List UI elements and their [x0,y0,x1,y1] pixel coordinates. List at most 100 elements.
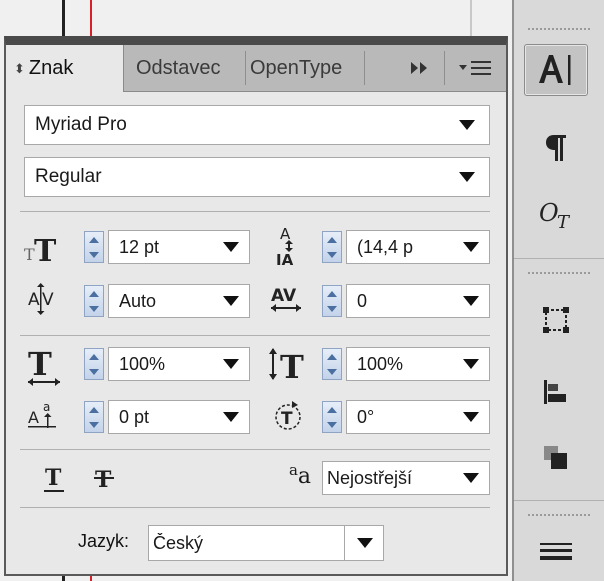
tracking-stepper[interactable] [322,285,342,317]
chevron-down-icon[interactable] [463,473,479,483]
anti-aliasing-dropdown[interactable]: Nejostřejší [322,461,490,495]
chevron-down-icon[interactable] [223,359,239,369]
paragraph-panel-icon [546,135,566,161]
svg-text:T: T [28,345,52,383]
svg-text:A: A [28,290,40,310]
stroke-panel-icon [540,543,572,560]
section-separator [20,211,490,212]
panel-menu-icon[interactable] [452,55,498,81]
section-separator [20,449,490,450]
svg-text:T: T [95,467,112,493]
tab-separator [444,51,445,85]
font-size-input[interactable]: 12 pt [108,230,250,264]
language-value: Český [153,532,204,553]
kerning-value: Auto [119,290,157,311]
character-rotation-stepper[interactable] [322,401,342,433]
paragraph-panel-button[interactable] [524,122,588,174]
stroke-panel-button[interactable] [524,530,588,576]
dock-separator [514,500,604,501]
document-right-edge [470,0,472,40]
expand-panels-icon[interactable] [408,55,432,81]
section-separator [20,335,490,336]
leading-stepper[interactable] [322,231,342,263]
vertical-scale-value: 100% [119,353,166,374]
svg-text:T: T [281,409,293,429]
character-panel-button[interactable] [524,44,588,96]
anti-aliasing-value: Nejostřejší [327,467,413,488]
chevron-down-icon[interactable] [463,242,479,252]
tab-label: Znak [28,57,74,79]
tab-collapse-icon[interactable]: ⬍ [14,61,25,77]
chevron-down-icon[interactable] [223,412,239,422]
kerning-stepper[interactable] [84,285,104,317]
vertical-scale-input[interactable]: 100% [108,347,250,381]
anti-aliasing-large-a: a [297,463,312,489]
tab-label: OpenType [250,56,343,79]
baseline-shift-value: 0 pt [119,406,150,427]
baseline-shift-icon: A a [26,397,66,435]
font-size-stepper[interactable] [84,231,104,263]
vertical-scale-icon: T [24,345,68,389]
tracking-input[interactable]: 0 [346,284,490,318]
font-family-value: Myriad Pro [35,114,127,135]
dock-grip[interactable] [528,270,590,276]
chevron-down-icon[interactable] [463,412,479,422]
svg-text:O: O [539,199,559,227]
tab-separator [364,51,365,85]
character-rotation-value: 0° [357,406,375,427]
strikethrough-icon[interactable]: T [92,463,118,495]
leading-input[interactable]: (14,4 p [346,230,490,264]
tracking-icon: AV [268,281,308,319]
horizontal-scale-icon: T [268,345,314,385]
chevron-down-icon[interactable] [463,359,479,369]
transform-panel-icon [543,307,569,333]
pathfinder-panel-button[interactable] [524,432,588,484]
svg-text:A: A [28,408,39,427]
tab-paragraph[interactable]: Odstavec [136,45,246,91]
chevron-down-icon[interactable] [223,242,239,252]
dock-grip[interactable] [528,26,590,32]
chevron-down-icon [459,172,475,182]
language-label: Jazyk: [78,531,130,551]
character-rotation-input[interactable]: 0° [346,400,490,434]
section-separator [20,507,490,508]
baseline-shift-stepper[interactable] [84,401,104,433]
panel-dock: O T [512,0,604,581]
tab-label: Odstavec [136,56,221,79]
tab-separator [245,51,246,85]
align-panel-button[interactable] [524,366,588,418]
opentype-panel-button[interactable]: O T [524,188,588,240]
svg-text:T: T [34,234,57,265]
transform-panel-button[interactable] [524,294,588,346]
svg-text:T: T [557,212,571,231]
kerning-input[interactable]: Auto [108,284,250,318]
pathfinder-panel-icon [544,446,567,469]
svg-text:T: T [45,465,62,491]
font-size-icon: T T [24,229,66,265]
tab-opentype[interactable]: OpenType [250,45,366,91]
leading-icon: A IA [272,223,306,267]
font-family-dropdown[interactable]: Myriad Pro [24,105,490,145]
opentype-panel-icon: O T [539,199,571,231]
dock-grip[interactable] [528,512,590,518]
vertical-scale-stepper[interactable] [84,348,104,380]
horizontal-scale-input[interactable]: 100% [346,347,490,381]
character-rotation-icon: T [272,397,308,435]
tab-character[interactable]: ⬍ Znak [6,45,124,92]
chevron-down-icon[interactable] [463,296,479,306]
tracking-value: 0 [357,290,368,311]
underline-icon[interactable]: T [42,463,68,495]
chevron-down-icon [459,120,475,130]
chevron-down-icon[interactable] [223,296,239,306]
horizontal-scale-stepper[interactable] [322,348,342,380]
baseline-shift-input[interactable]: 0 pt [108,400,250,434]
horizontal-scale-value: 100% [357,353,404,374]
language-dropdown[interactable]: Český [148,525,384,561]
character-panel-icon [539,55,571,85]
dropdown-divider [344,526,345,560]
font-style-dropdown[interactable]: Regular [24,157,490,197]
kerning-icon: A V [26,281,66,319]
align-panel-icon [544,380,566,404]
chevron-down-icon[interactable] [357,538,373,548]
anti-aliasing-icon: a a [278,459,322,493]
